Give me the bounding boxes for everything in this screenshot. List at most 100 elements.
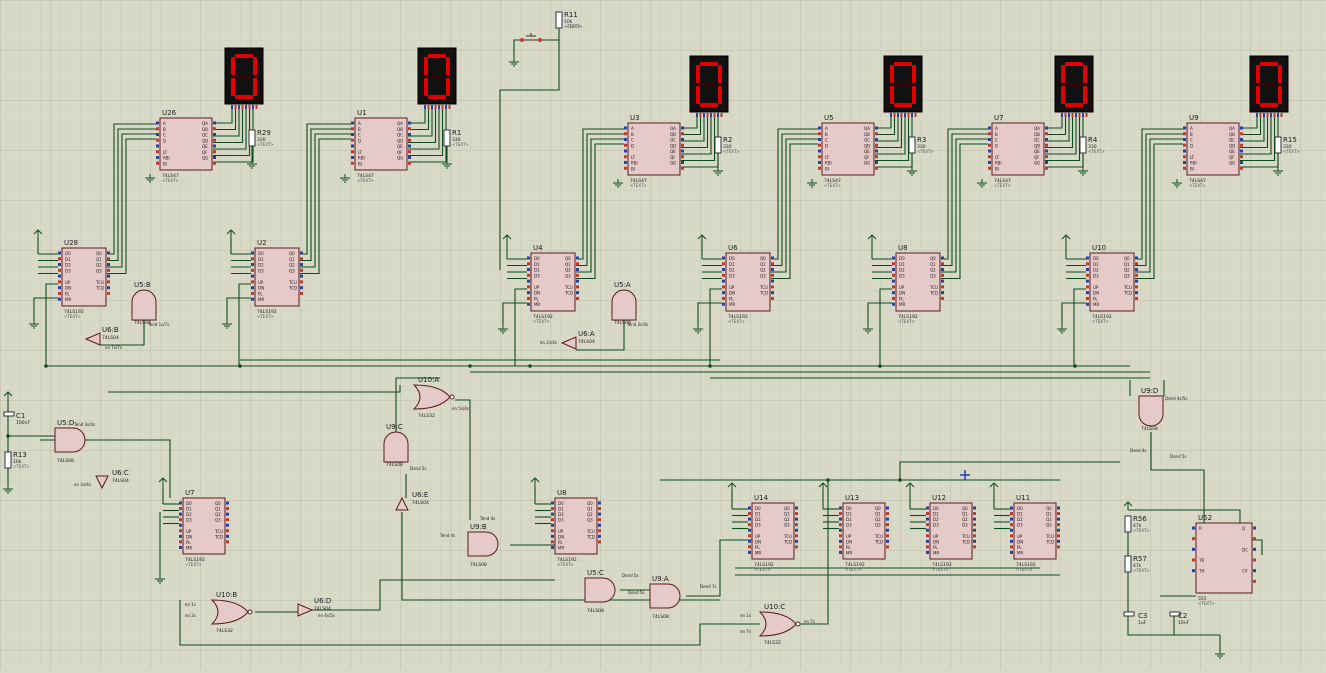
pin-label: D1: [534, 262, 540, 267]
resistor-text-placeholder: <TEXT>: [1133, 568, 1150, 573]
pin-label: D2: [846, 517, 852, 522]
segment-a: [235, 54, 253, 58]
pin-marker: [226, 512, 229, 516]
pin-label: TCD: [1123, 291, 1132, 296]
pin-marker: [1183, 166, 1186, 170]
pin-label: Q1: [587, 507, 593, 512]
pin-label: Q0: [215, 501, 221, 506]
pin-marker: [892, 262, 895, 266]
pin-marker: [886, 545, 889, 549]
pin-label: TCD: [95, 286, 104, 291]
pin-label: D0: [65, 251, 71, 256]
pin-marker: [1253, 547, 1256, 551]
gate-ref: U9:C: [386, 423, 403, 431]
resistor-body: [1124, 515, 1132, 533]
pin-label: D0: [899, 256, 905, 261]
pin-marker: [1183, 126, 1186, 130]
pin-label: Q1: [215, 507, 221, 512]
pin-marker: [1086, 291, 1089, 295]
pin-label: Q3: [784, 523, 790, 528]
pin-marker: [408, 144, 411, 148]
resistor-text-placeholder: <TEXT>: [1283, 149, 1300, 154]
pin-marker: [681, 126, 684, 130]
display-pin: [255, 105, 258, 109]
pin-label: PL: [186, 540, 191, 545]
pin-label: BI: [163, 161, 167, 166]
pin-marker: [351, 133, 354, 136]
pin-label: QA: [397, 121, 403, 126]
pin-label: Q1: [930, 262, 936, 267]
pin-label: LT: [995, 155, 1000, 160]
pin-marker: [598, 518, 601, 522]
pin-label: D0: [258, 251, 264, 256]
pin-marker: [926, 517, 929, 521]
pin-label: DN: [846, 539, 852, 544]
chip-text-placeholder: <TEXT>: [1189, 183, 1206, 188]
display-pin: [234, 105, 237, 109]
pin-marker: [1192, 569, 1195, 573]
pin-label: D1: [65, 257, 71, 262]
gate-ref: U5:B: [134, 281, 151, 289]
pin-marker: [988, 161, 991, 164]
chip-body[interactable]: [1195, 522, 1253, 594]
segment-a: [1065, 62, 1083, 66]
pin-label: QG: [1229, 161, 1235, 166]
pin-label: A: [163, 121, 166, 126]
pin-marker: [886, 528, 889, 532]
net-label: Tend 4s: [479, 516, 495, 521]
pin-label: QD: [397, 138, 403, 143]
pin-marker: [839, 539, 842, 543]
pin-label: Q3: [289, 268, 295, 273]
pin-marker: [520, 38, 524, 42]
pin-label: QD: [202, 138, 208, 143]
net-label: en 7s: [740, 629, 751, 634]
pin-marker: [624, 143, 627, 147]
pin-label: QB: [1229, 132, 1235, 137]
pin-marker: [941, 262, 944, 266]
pin-label: MR: [65, 297, 71, 302]
pin-marker: [973, 512, 976, 516]
pin-label: D3: [534, 273, 540, 278]
pin-marker: [527, 279, 530, 283]
schematic-svg[interactable]: 0U2674LS47<TEXT>ABCDLTRBIBIQAQBQCQDQEQFQ…: [0, 0, 1326, 669]
pin-marker: [408, 161, 411, 165]
pin-label: Q2: [875, 517, 881, 522]
pin-marker: [213, 133, 216, 136]
display-pin: [893, 113, 896, 117]
pin-marker: [839, 528, 842, 532]
pin-label: QF: [670, 155, 676, 160]
pin-label: D1: [899, 262, 905, 267]
segment-c: [1278, 86, 1282, 104]
pin-marker: [973, 534, 976, 538]
pin-marker: [551, 507, 554, 511]
pin-marker: [1253, 569, 1256, 573]
pin-label: QC: [864, 138, 870, 143]
resistor-ref: R15: [1283, 136, 1297, 144]
pin-label: Q2: [96, 263, 102, 268]
pin-label: TCD: [1045, 539, 1054, 544]
segment-b: [1278, 65, 1282, 83]
chip-text-placeholder: <TEXT>: [932, 567, 949, 572]
pin-marker: [771, 291, 774, 295]
gate-ref: U6:D: [314, 597, 331, 605]
display-pin: [703, 113, 705, 117]
pin-label: D0: [755, 506, 761, 511]
pin-label: Q2: [565, 268, 571, 273]
pin-marker: [551, 512, 554, 516]
pin-marker: [1086, 302, 1089, 306]
display-pin: [706, 113, 709, 117]
pin-label: D0: [1093, 256, 1099, 261]
display-pin: [1078, 113, 1081, 117]
display-pin: [1082, 113, 1084, 117]
pin-label: UP: [846, 534, 852, 539]
pin-marker: [681, 166, 684, 170]
chip-ref: U1: [357, 109, 367, 117]
pin-marker: [408, 156, 411, 159]
schematic-canvas[interactable]: 0 U26 74LS47 <TEXT> A B C D LT RBI BI QA QB QC QD QE QF Q…: [0, 0, 1326, 669]
pin-marker: [351, 127, 354, 131]
pin-label: LT: [825, 155, 830, 160]
pin-marker: [598, 512, 601, 516]
pin-label: C: [631, 138, 634, 143]
segment-g: [235, 75, 253, 78]
timer-555-chip[interactable]: U52555<TEXT>RTRTHQDCCV: [1195, 514, 1253, 606]
